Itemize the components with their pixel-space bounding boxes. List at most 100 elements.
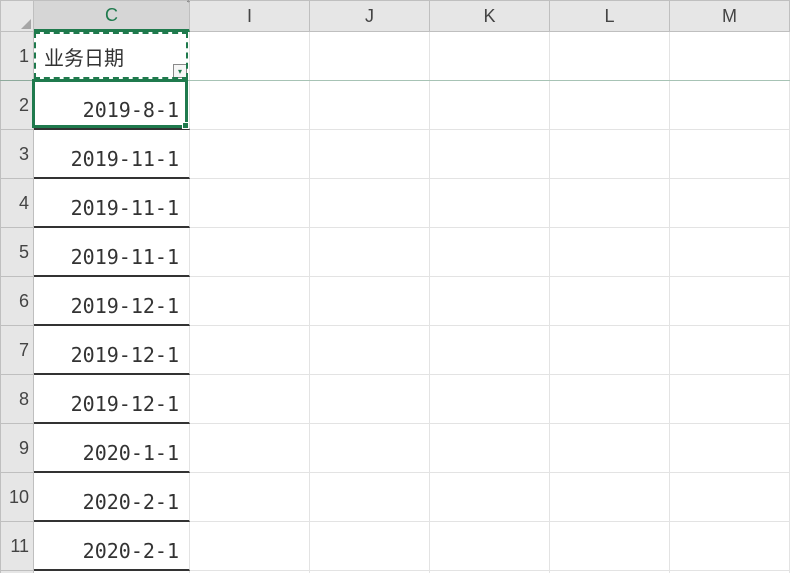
row: 82019-12-1	[0, 375, 790, 424]
cell[interactable]	[670, 424, 790, 473]
cell[interactable]	[310, 326, 430, 375]
cell[interactable]	[430, 179, 550, 228]
cell[interactable]	[670, 326, 790, 375]
cell[interactable]	[670, 130, 790, 179]
cell[interactable]	[430, 473, 550, 522]
cell[interactable]	[190, 473, 310, 522]
cell[interactable]	[190, 424, 310, 473]
row-header[interactable]: 10	[0, 473, 34, 522]
cell[interactable]	[430, 424, 550, 473]
cell[interactable]	[190, 326, 310, 375]
row-header[interactable]: 7	[0, 326, 34, 375]
cell[interactable]	[190, 130, 310, 179]
cell[interactable]	[430, 277, 550, 326]
cell[interactable]	[550, 130, 670, 179]
cell[interactable]	[550, 179, 670, 228]
cell[interactable]	[310, 424, 430, 473]
cell[interactable]: 2020-2-1	[34, 522, 190, 571]
cell[interactable]: 2019-12-1	[34, 277, 190, 326]
cell[interactable]	[310, 277, 430, 326]
cell[interactable]	[670, 228, 790, 277]
cell[interactable]: 2019-11-1	[34, 130, 190, 179]
cell[interactable]: 2019-11-1	[34, 228, 190, 277]
cell[interactable]	[670, 375, 790, 424]
cell[interactable]	[550, 277, 670, 326]
cell-text: 2019-8-1	[83, 98, 179, 122]
cell-text: 2019-12-1	[71, 294, 179, 318]
cell[interactable]: 2020-2-1	[34, 473, 190, 522]
row-header[interactable]: 4	[0, 179, 34, 228]
cell[interactable]	[670, 277, 790, 326]
select-all-triangle-icon	[21, 19, 31, 29]
cell-text: 业务日期	[44, 42, 124, 71]
filter-dropdown-icon[interactable]: ▾	[173, 64, 187, 78]
column-header[interactable]: M	[670, 0, 790, 32]
row-header[interactable]: 8	[0, 375, 34, 424]
cell[interactable]	[190, 228, 310, 277]
cell[interactable]: 2019-12-1	[34, 326, 190, 375]
cell[interactable]	[190, 522, 310, 571]
cell[interactable]	[430, 375, 550, 424]
cell[interactable]	[310, 522, 430, 571]
cell[interactable]	[310, 473, 430, 522]
cell[interactable]	[550, 473, 670, 522]
cell[interactable]: 2020-1-1	[34, 424, 190, 473]
cell[interactable]	[310, 179, 430, 228]
cell[interactable]	[550, 228, 670, 277]
column-header[interactable]: L	[550, 0, 670, 32]
cell[interactable]	[430, 326, 550, 375]
cell[interactable]: 2019-8-1	[34, 81, 190, 130]
cell[interactable]	[670, 179, 790, 228]
column-header[interactable]: C↔	[34, 0, 190, 32]
cell[interactable]	[190, 179, 310, 228]
cell-text: 2020-2-1	[83, 490, 179, 514]
cell[interactable]	[310, 81, 430, 130]
cell[interactable]	[190, 277, 310, 326]
row-header[interactable]: 6	[0, 277, 34, 326]
cell[interactable]: 2019-12-1	[34, 375, 190, 424]
cell[interactable]	[190, 32, 310, 81]
cell-text: 2019-11-1	[71, 245, 179, 269]
cell[interactable]	[550, 32, 670, 81]
cell[interactable]	[190, 375, 310, 424]
cell[interactable]	[670, 473, 790, 522]
cell[interactable]	[310, 32, 430, 81]
cell[interactable]	[430, 130, 550, 179]
cell[interactable]	[550, 522, 670, 571]
cell[interactable]	[550, 424, 670, 473]
row: 4 2019-11-1	[0, 179, 790, 228]
column-header[interactable]: I	[190, 0, 310, 32]
cell[interactable]	[670, 32, 790, 81]
row: 32019-11-1	[0, 130, 790, 179]
row: 72019-12-1	[0, 326, 790, 375]
select-all-corner[interactable]	[0, 0, 34, 32]
cell[interactable]	[670, 81, 790, 130]
row-header[interactable]: 3	[0, 130, 34, 179]
cell[interactable]	[310, 375, 430, 424]
cell[interactable]	[430, 228, 550, 277]
cell[interactable]	[550, 326, 670, 375]
cell[interactable]: 业务日期 ▾	[34, 32, 190, 81]
cell-text: 2019-11-1	[71, 196, 179, 220]
cell[interactable]	[550, 375, 670, 424]
cell[interactable]	[310, 130, 430, 179]
cell[interactable]	[430, 522, 550, 571]
row-header[interactable]: 11	[0, 522, 34, 571]
cell-text: 2020-2-1	[83, 539, 179, 563]
row-header[interactable]: 9	[0, 424, 34, 473]
cell[interactable]: 2019-11-1	[34, 179, 190, 228]
cell[interactable]	[190, 81, 310, 130]
row: 11 2020-2-1	[0, 522, 790, 571]
cell[interactable]	[430, 32, 550, 81]
column-header[interactable]: K	[430, 0, 550, 32]
row-header[interactable]: 5	[0, 228, 34, 277]
row-header[interactable]: 1	[0, 32, 34, 81]
cell[interactable]	[670, 522, 790, 571]
row-header[interactable]: 2	[0, 81, 34, 130]
cell[interactable]	[550, 81, 670, 130]
column-header[interactable]: J	[310, 0, 430, 32]
cell[interactable]	[430, 81, 550, 130]
column-header-label: I	[247, 6, 252, 27]
cell[interactable]	[310, 228, 430, 277]
row: 2 2019-8-1	[0, 81, 790, 130]
